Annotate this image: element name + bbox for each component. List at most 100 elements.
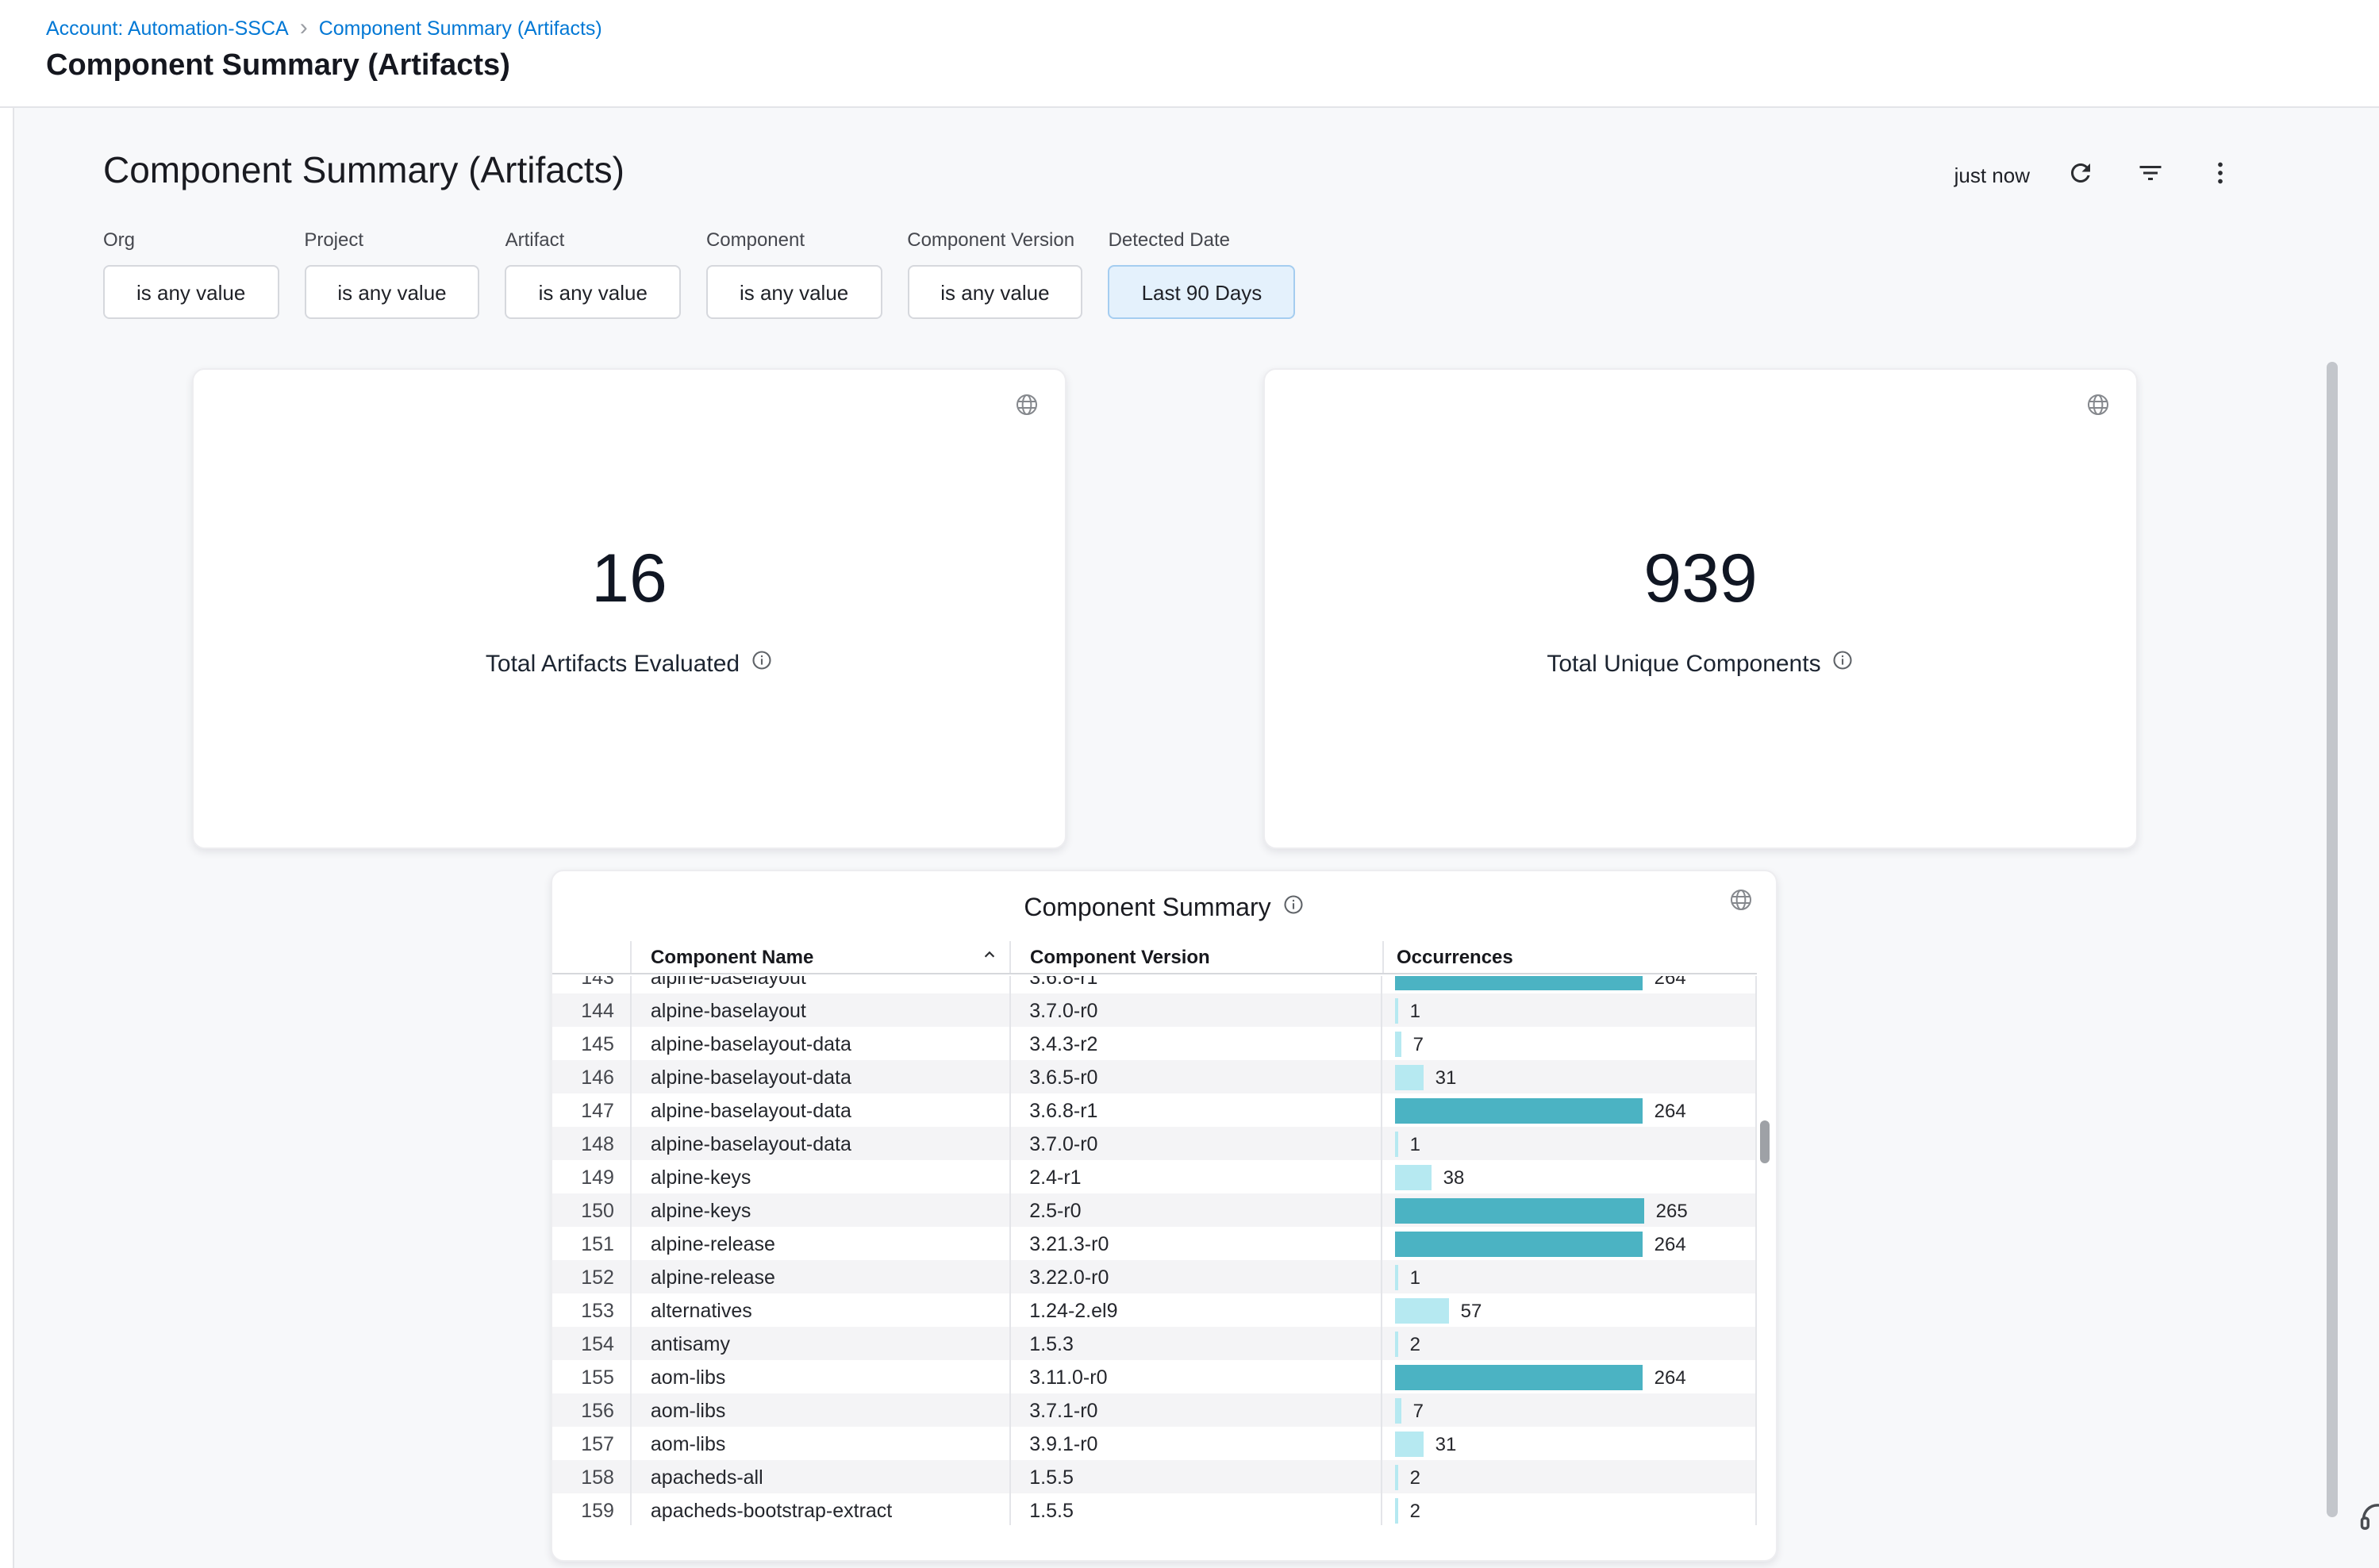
occurrences-cell: 2: [1382, 1460, 1755, 1493]
component-version: 1.5.3: [1009, 1327, 1381, 1360]
occurrence-bar: [1396, 1064, 1424, 1090]
filter-icon: [2136, 158, 2165, 191]
column-header-component-name[interactable]: Component Name: [630, 941, 1009, 973]
component-name: alpine-release: [630, 1260, 1009, 1293]
stat-value: 939: [1265, 541, 2136, 619]
info-icon: [751, 649, 773, 678]
table-row[interactable]: 151 alpine-release 3.21.3-r0 264: [552, 1227, 1757, 1260]
filter-value-button[interactable]: is any value: [103, 265, 279, 319]
row-index: 158: [552, 1460, 630, 1493]
table-row[interactable]: 159 apacheds-bootstrap-extract 1.5.5 2: [552, 1493, 1757, 1525]
component-version: 3.7.1-r0: [1009, 1393, 1381, 1427]
dashboard-title: Component Summary (Artifacts): [103, 149, 625, 192]
row-index: 149: [552, 1160, 630, 1193]
more-options-button[interactable]: [2201, 156, 2239, 194]
breadcrumb: Account: Automation-SSCA › Component Sum…: [46, 16, 602, 40]
filter-label: Artifact: [505, 229, 681, 251]
occurrence-bar: [1396, 1264, 1399, 1289]
table-row[interactable]: 149 alpine-keys 2.4-r1 38: [552, 1160, 1757, 1193]
row-index: 148: [552, 1127, 630, 1160]
table-row[interactable]: 144 alpine-baselayout 3.7.0-r0 1: [552, 993, 1757, 1027]
occurrences-cell: 7: [1382, 1393, 1755, 1427]
occurrences-cell: 1: [1382, 993, 1755, 1027]
row-index: 146: [552, 1060, 630, 1093]
filter-value-button[interactable]: is any value: [907, 265, 1082, 319]
page-title: Component Summary (Artifacts): [46, 49, 510, 84]
support-headset-icon[interactable]: [2357, 1497, 2379, 1546]
component-version: 3.11.0-r0: [1009, 1360, 1381, 1393]
filter-label: Detected Date: [1109, 229, 1296, 251]
filter-value-button[interactable]: is any value: [304, 265, 479, 319]
info-icon: [1832, 649, 1854, 678]
occurrence-bar: [1396, 1031, 1402, 1056]
component-name: alpine-baselayout-data: [630, 1093, 1009, 1127]
column-header-component-version[interactable]: Component Version: [1009, 941, 1382, 973]
component-name: apacheds-all: [630, 1460, 1009, 1493]
occurrence-count: 31: [1435, 1066, 1457, 1088]
table-row[interactable]: 147 alpine-baselayout-data 3.6.8-r1 264: [552, 1093, 1757, 1127]
filter-group: Project is any value: [304, 229, 479, 319]
chevron-right-icon: ›: [300, 16, 308, 40]
table-row[interactable]: 157 aom-libs 3.9.1-r0 31: [552, 1427, 1757, 1460]
row-index: 143: [552, 976, 630, 993]
table-row[interactable]: 158 apacheds-all 1.5.5 2: [552, 1460, 1757, 1493]
filter-button[interactable]: [2131, 156, 2170, 194]
occurrences-cell: 264: [1382, 1227, 1755, 1260]
table-row[interactable]: 154 antisamy 1.5.3 2: [552, 1327, 1757, 1360]
refresh-button[interactable]: [2062, 156, 2100, 194]
component-name: alpine-baselayout: [630, 993, 1009, 1027]
filter-label: Project: [304, 229, 479, 251]
table-header: Component Name Component Version Occurre…: [552, 941, 1757, 974]
breadcrumb-page-link[interactable]: Component Summary (Artifacts): [319, 17, 602, 39]
filter-label: Component Version: [907, 229, 1082, 251]
occurrences-cell: 57: [1382, 1293, 1755, 1327]
component-name: alpine-baselayout-data: [630, 1060, 1009, 1093]
table-row[interactable]: 155 aom-libs 3.11.0-r0 264: [552, 1360, 1757, 1393]
filter-value-button[interactable]: Last 90 Days: [1109, 265, 1296, 319]
globe-icon: [2085, 392, 2111, 425]
filter-group: Component Version is any value: [907, 229, 1082, 319]
occurrence-bar: [1396, 1431, 1424, 1456]
component-summary-card: Component Summary Component Name Compone…: [551, 870, 1778, 1562]
filter-value-button[interactable]: is any value: [505, 265, 681, 319]
column-header-occurrences[interactable]: Occurrences: [1382, 941, 1757, 973]
app-window: Account: Automation-SSCA › Component Sum…: [0, 0, 2379, 1568]
dashboard-panel: Component Summary (Artifacts) just now: [13, 108, 2379, 1568]
table-row[interactable]: 146 alpine-baselayout-data 3.6.5-r0 31: [552, 1060, 1757, 1093]
occurrence-bar: [1396, 1097, 1643, 1123]
row-index: 159: [552, 1493, 630, 1525]
page-scrollbar-thumb[interactable]: [2327, 362, 2338, 1517]
table-row[interactable]: 148 alpine-baselayout-data 3.7.0-r0 1: [552, 1127, 1757, 1160]
refresh-status: just now: [1954, 163, 2030, 186]
occurrences-cell: 38: [1382, 1160, 1755, 1193]
occurrence-bar: [1396, 1497, 1399, 1523]
filter-label: Component: [706, 229, 882, 251]
occurrences-cell: 264: [1382, 1360, 1755, 1393]
row-index: 157: [552, 1427, 630, 1460]
occurrences-cell: 2: [1382, 1327, 1755, 1360]
row-index: 145: [552, 1027, 630, 1060]
occurrence-count: 1: [1410, 999, 1420, 1021]
occurrence-count: 264: [1655, 1366, 1686, 1388]
table-row[interactable]: 152 alpine-release 3.22.0-r0 1: [552, 1260, 1757, 1293]
occurrences-cell: 31: [1382, 1427, 1755, 1460]
occurrence-count: 7: [1413, 1399, 1424, 1421]
table-row[interactable]: 153 alternatives 1.24-2.el9 57: [552, 1293, 1757, 1327]
table-row[interactable]: 150 alpine-keys 2.5-r0 265: [552, 1193, 1757, 1227]
kebab-menu-icon: [2206, 158, 2235, 191]
component-version: 3.9.1-r0: [1009, 1427, 1381, 1460]
table-scrollbar-thumb[interactable]: [1760, 1120, 1770, 1163]
filter-value-button[interactable]: is any value: [706, 265, 882, 319]
component-name: alpine-baselayout-data: [630, 1127, 1009, 1160]
info-icon: [1282, 894, 1305, 924]
occurrence-bar: [1396, 1464, 1399, 1489]
breadcrumb-account-link[interactable]: Account: Automation-SSCA: [46, 17, 289, 39]
occurrence-count: 2: [1410, 1499, 1420, 1521]
dashboard-actions: just now: [1954, 152, 2239, 197]
occurrences-cell: 264: [1382, 976, 1755, 993]
table-row[interactable]: 145 alpine-baselayout-data 3.4.3-r2 7: [552, 1027, 1757, 1060]
component-version: 3.6.8-r1: [1009, 976, 1381, 993]
occurrences-cell: 1: [1382, 1127, 1755, 1160]
table-row[interactable]: 143 alpine-baselayout 3.6.8-r1 264: [552, 976, 1757, 993]
table-row[interactable]: 156 aom-libs 3.7.1-r0 7: [552, 1393, 1757, 1427]
